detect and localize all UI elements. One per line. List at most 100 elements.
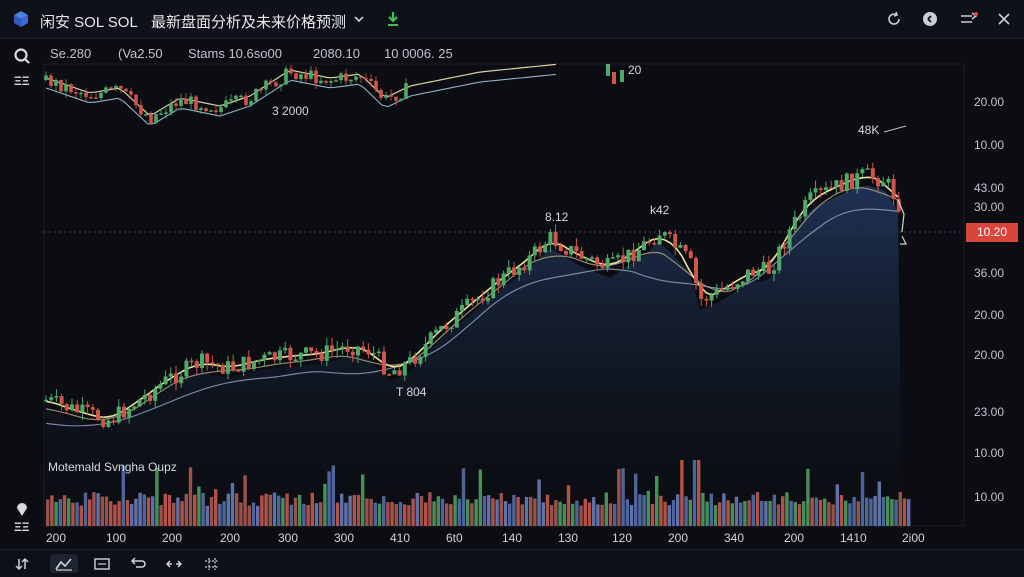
candle-body [761, 261, 766, 272]
candle-body [335, 348, 340, 351]
volume-bar [235, 493, 239, 526]
candle-body [860, 169, 865, 174]
compare-icon[interactable] [160, 554, 188, 573]
x-tick: 200 [220, 531, 241, 545]
volume-bar [663, 501, 667, 526]
volume-bar [726, 500, 730, 526]
volume-bar [760, 500, 764, 526]
candle-body [90, 407, 95, 410]
volume-bar [579, 505, 583, 526]
candle-body [647, 241, 652, 243]
x-tick: 130 [558, 531, 579, 545]
mini-candle [224, 100, 228, 108]
mini-candle [54, 79, 58, 86]
volume-bar [890, 499, 894, 526]
candle-body [720, 288, 724, 291]
volume-bar [684, 496, 688, 526]
search-icon[interactable] [12, 46, 32, 66]
volume-bar [272, 492, 277, 526]
candle-body [158, 384, 163, 389]
candle-body [803, 199, 808, 217]
volume-bar [852, 496, 856, 526]
volume-bar [327, 471, 331, 526]
y-tick: 10.00 [973, 446, 1004, 460]
candle-body [304, 347, 308, 353]
candle-body [59, 396, 64, 404]
mini-candle [234, 95, 238, 100]
volume-bar [201, 493, 205, 526]
settings-icon[interactable] [958, 10, 980, 28]
volume-bar [453, 495, 457, 526]
volume-bar [184, 493, 188, 526]
volume-bar [844, 500, 848, 526]
mini-candle [399, 98, 403, 101]
candle-body [278, 350, 282, 361]
mini-candle [274, 82, 278, 87]
volume-bar [172, 502, 176, 526]
candle-body [558, 245, 563, 252]
info-icon[interactable] [920, 10, 940, 28]
volume-bar [629, 504, 634, 526]
volume-bar [88, 499, 92, 526]
candle-body [735, 284, 740, 289]
candle-body [699, 283, 704, 299]
pin-icon[interactable] [12, 500, 32, 518]
candle-body [590, 257, 594, 259]
x-tick: 200 [46, 531, 67, 545]
peak-label-2: k42 [650, 203, 670, 217]
price-chart[interactable] [0, 0, 1024, 576]
ma-mid-line [45, 187, 899, 421]
download-icon[interactable] [384, 10, 402, 28]
volume-bar [810, 497, 814, 526]
mini-candle [334, 80, 338, 82]
candle-body [616, 255, 620, 258]
refresh-icon[interactable] [884, 10, 904, 28]
volume-bar [205, 505, 209, 526]
candle-body [262, 354, 267, 361]
volume-bar [747, 500, 751, 526]
candle-body [168, 373, 173, 377]
candles-icon[interactable] [50, 554, 78, 573]
volume-bar [789, 500, 793, 526]
volume-bar [545, 494, 550, 526]
replay-icon[interactable] [124, 554, 152, 573]
candle-body [418, 356, 423, 364]
volume-bar [138, 492, 142, 526]
candle-body [652, 242, 657, 245]
volume-bar [424, 502, 428, 526]
peak-label-3: 48K [858, 123, 880, 137]
x-tick: 1410 [840, 531, 867, 545]
volume-bar [159, 505, 163, 526]
sort-icon[interactable] [8, 554, 36, 573]
y-tick: 20.00 [973, 95, 1004, 109]
chevron-down-icon[interactable] [352, 12, 366, 26]
mini-candle [134, 94, 138, 106]
bottom-toolbar [0, 549, 1024, 577]
grid-icon[interactable] [198, 554, 226, 573]
mini-candle [249, 101, 253, 105]
chart-icon[interactable] [88, 554, 116, 573]
candle-body [434, 329, 438, 333]
volume-bar [781, 496, 785, 526]
y-tick: 20.00 [973, 348, 1004, 362]
candle-body [272, 352, 277, 361]
candle-body [387, 374, 392, 376]
candle-body [605, 258, 610, 268]
candle-body [532, 246, 537, 256]
volume-bar [176, 497, 180, 526]
mini-candle [254, 88, 258, 102]
mini-candle [79, 92, 83, 95]
price-area [46, 185, 902, 527]
volume-bar [46, 499, 50, 526]
candle-body [865, 168, 870, 170]
candle-body [595, 257, 600, 265]
volume-bar [100, 496, 104, 526]
volume-bar [218, 503, 222, 526]
close-icon[interactable] [994, 10, 1014, 28]
volume-bar [167, 494, 172, 526]
candle-body [506, 267, 511, 274]
volume-bar [718, 502, 722, 526]
candle-body [428, 332, 433, 344]
mini-candle [49, 75, 53, 86]
candle-body [376, 351, 381, 354]
